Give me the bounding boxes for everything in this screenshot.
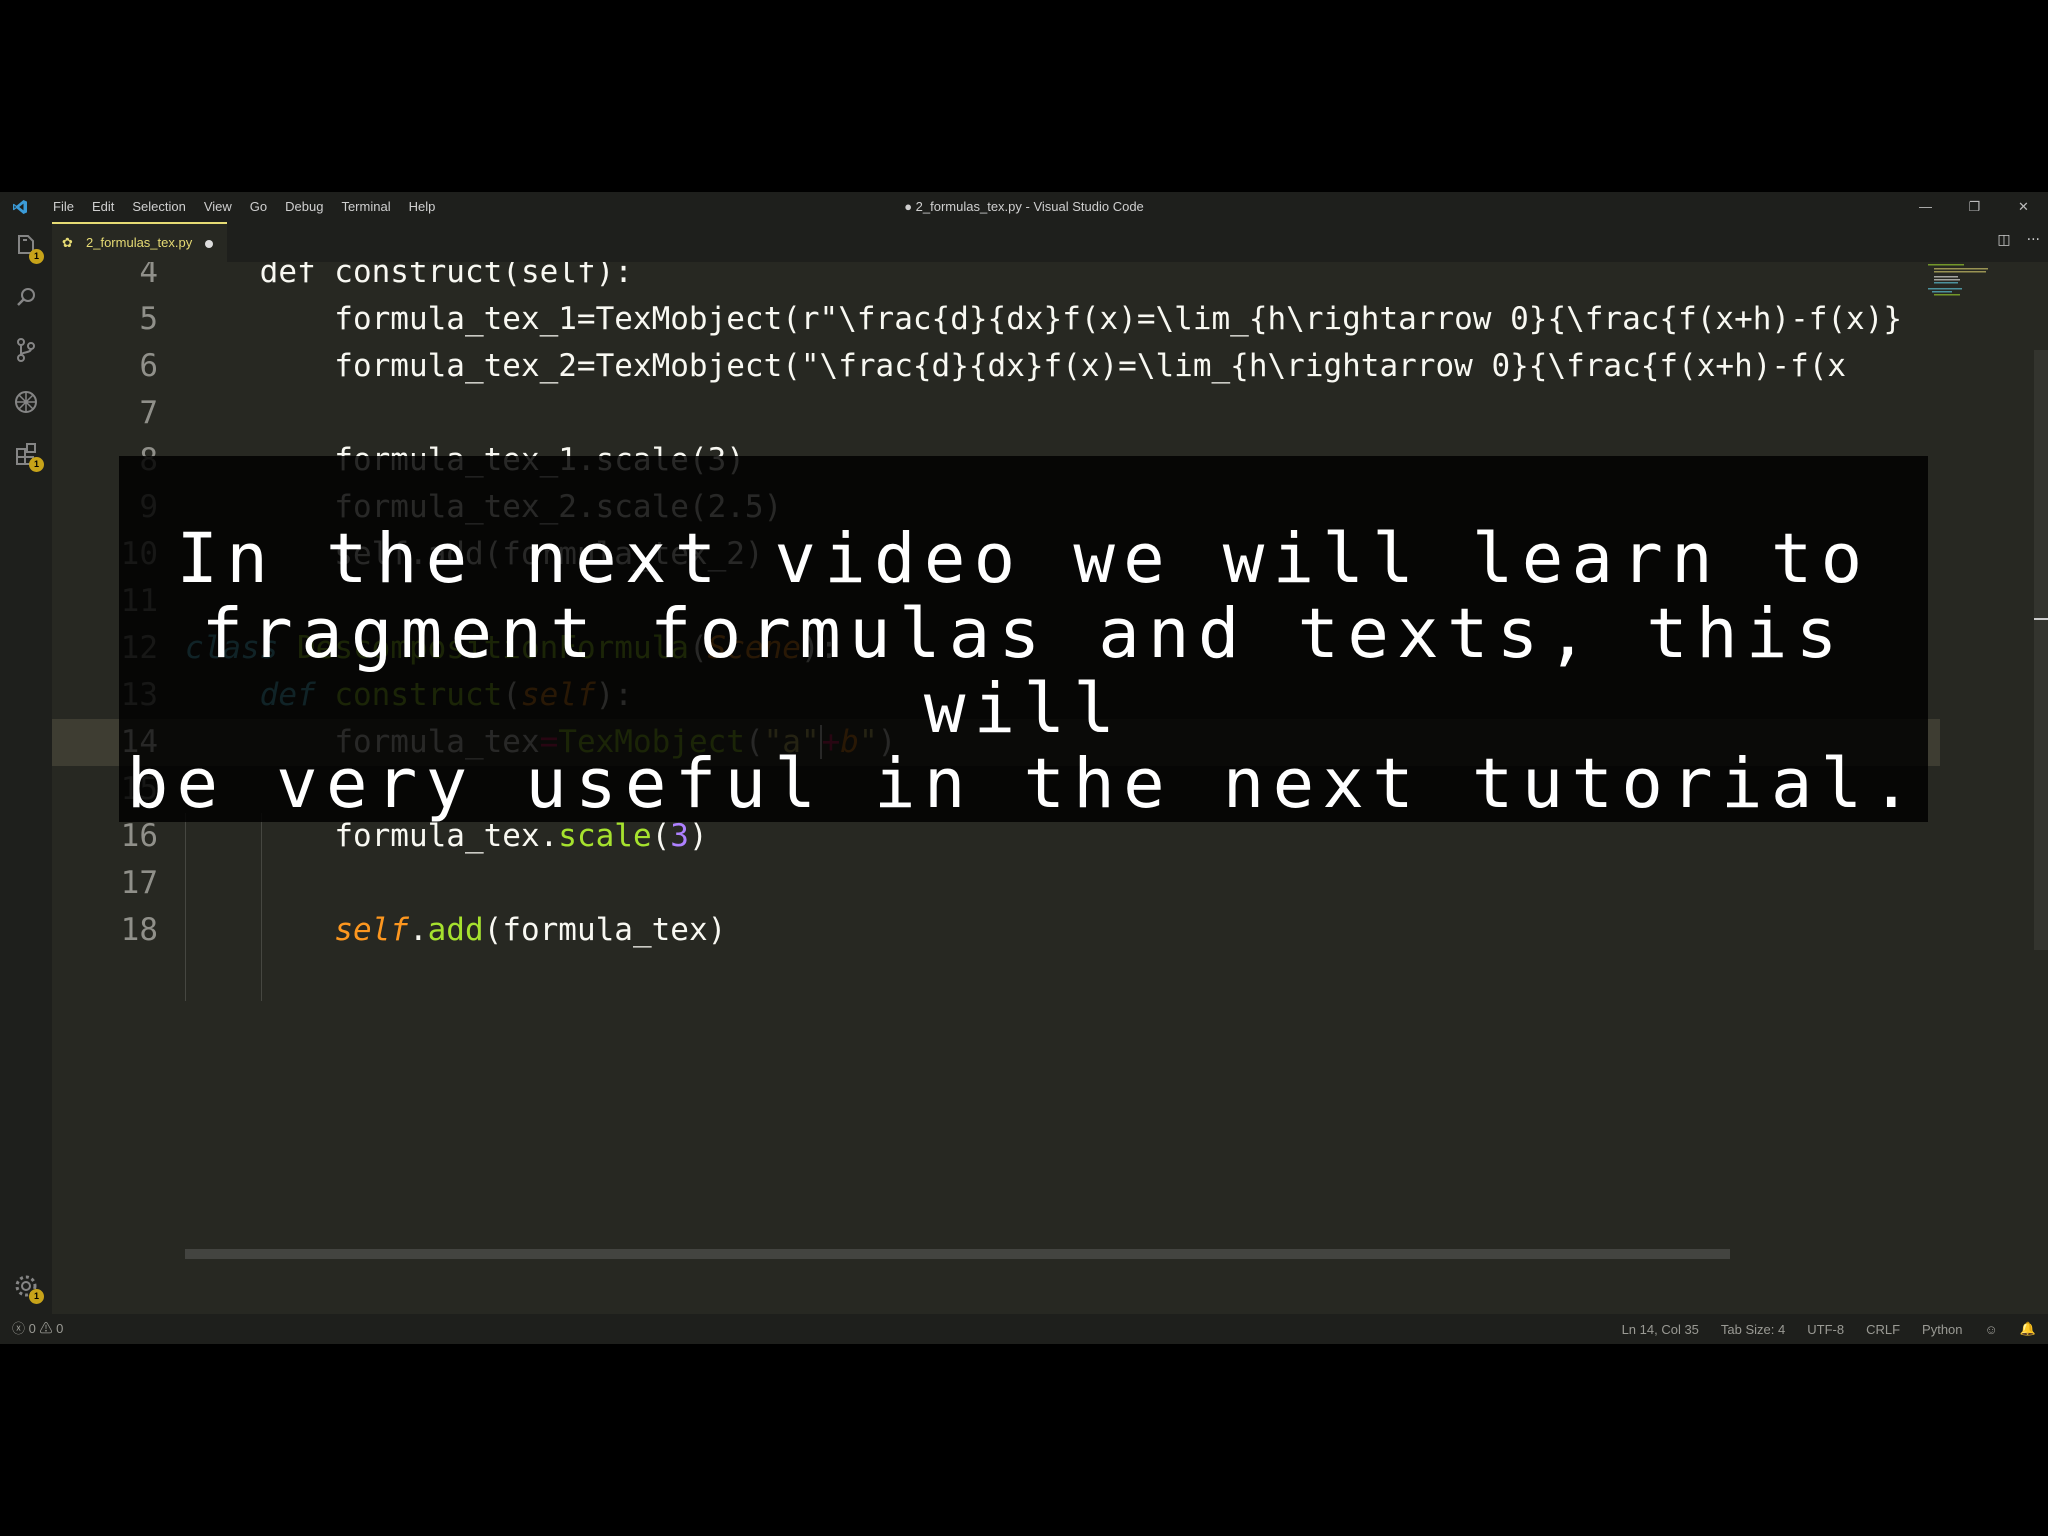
unsaved-indicator-icon[interactable] bbox=[205, 240, 213, 248]
error-count: 0 bbox=[28, 1321, 36, 1336]
line-number: 4 bbox=[139, 262, 158, 290]
code-line-6[interactable]: 6 formula_tex_2=TexMobject("\frac{d}{dx}… bbox=[52, 343, 1940, 390]
status-bar: ⓧ 0 ⚠ 0 Ln 14, Col 35 Tab Size: 4 UTF-8 … bbox=[0, 1314, 2048, 1344]
indent-guide bbox=[261, 813, 262, 1001]
settings-gear-icon[interactable]: 1 bbox=[12, 1272, 44, 1304]
file-encoding[interactable]: UTF-8 bbox=[1807, 1322, 1844, 1337]
code-line-5[interactable]: 5 formula_tex_1=TexMobject(r"\frac{d}{dx… bbox=[52, 296, 1940, 343]
code-token: add bbox=[427, 912, 484, 948]
python-file-icon: ✿ bbox=[62, 236, 73, 251]
error-icon: ⓧ bbox=[12, 1321, 26, 1336]
notifications-bell-icon[interactable]: 🔔 bbox=[2020, 1321, 2036, 1337]
source-control-icon[interactable] bbox=[12, 336, 40, 364]
warning-count: 0 bbox=[56, 1321, 64, 1336]
language-mode[interactable]: Python bbox=[1922, 1322, 1962, 1337]
more-actions-icon[interactable]: ··· bbox=[2027, 232, 2040, 248]
vscode-logo-icon bbox=[13, 200, 27, 214]
menu-terminal[interactable]: Terminal bbox=[332, 192, 399, 222]
search-icon[interactable] bbox=[12, 284, 40, 312]
code-token: . bbox=[408, 912, 428, 948]
explorer-icon[interactable]: 1 bbox=[12, 232, 44, 264]
restore-button[interactable]: ❐ bbox=[1950, 192, 1999, 222]
feedback-smiley-icon[interactable]: ☺ bbox=[1985, 1322, 1998, 1337]
explorer-badge: 1 bbox=[29, 249, 44, 264]
video-caption-overlay: In the next video we will learn to fragm… bbox=[119, 456, 1928, 822]
split-editor-icon[interactable]: ◫ bbox=[1997, 232, 2010, 248]
problems-indicator[interactable]: ⓧ 0 ⚠ 0 bbox=[12, 1314, 63, 1344]
menu-selection[interactable]: Selection bbox=[123, 192, 194, 222]
indent-guide bbox=[185, 813, 186, 1001]
line-code: formula_tex_2=TexMobject("\frac{d}{dx}f(… bbox=[185, 348, 1847, 384]
code-line-4[interactable]: 4 def construct(self): bbox=[52, 262, 1940, 296]
line-number: 17 bbox=[120, 865, 158, 901]
menu-view[interactable]: View bbox=[195, 192, 241, 222]
line-code: def construct(self): bbox=[185, 262, 633, 290]
end-of-line[interactable]: CRLF bbox=[1866, 1322, 1900, 1337]
extensions-icon[interactable]: 1 bbox=[12, 440, 44, 472]
vscode-window: File Edit Selection View Go Debug Termin… bbox=[0, 192, 2048, 1344]
menu-debug[interactable]: Debug bbox=[276, 192, 332, 222]
code-token: ) bbox=[707, 912, 727, 948]
line-number: 18 bbox=[120, 912, 158, 948]
editor-actions: ◫ ··· bbox=[1997, 232, 2040, 248]
title-bar: File Edit Selection View Go Debug Termin… bbox=[0, 192, 2048, 222]
warning-icon: ⚠ bbox=[39, 1321, 53, 1336]
minimap[interactable] bbox=[1928, 262, 1988, 322]
close-button[interactable]: ✕ bbox=[1999, 192, 2048, 222]
scroll-position-marker bbox=[2034, 618, 2048, 620]
debug-icon[interactable] bbox=[12, 388, 40, 416]
status-right-items: Ln 14, Col 35 Tab Size: 4 UTF-8 CRLF Pyt… bbox=[1622, 1314, 2036, 1344]
code-line-18[interactable]: 18 self.add(formula_tex) bbox=[52, 907, 1940, 954]
menu-help[interactable]: Help bbox=[400, 192, 445, 222]
line-code: formula_tex_1=TexMobject(r"\frac{d}{dx}f… bbox=[185, 301, 1903, 337]
tab-size[interactable]: Tab Size: 4 bbox=[1721, 1322, 1785, 1337]
cursor-position[interactable]: Ln 14, Col 35 bbox=[1622, 1322, 1699, 1337]
tab-2-formulas-tex[interactable]: ✿ 2_formulas_tex.py bbox=[52, 222, 227, 262]
vertical-scrollbar[interactable] bbox=[2034, 350, 2048, 950]
minimize-button[interactable]: — bbox=[1901, 192, 1950, 222]
menu-edit[interactable]: Edit bbox=[83, 192, 123, 222]
menu-go[interactable]: Go bbox=[241, 192, 276, 222]
line-number: 6 bbox=[139, 348, 158, 384]
menu-bar: File Edit Selection View Go Debug Termin… bbox=[44, 192, 444, 222]
line-number: 5 bbox=[139, 301, 158, 337]
menu-file[interactable]: File bbox=[44, 192, 83, 222]
code-line-17[interactable]: 17 bbox=[52, 860, 1940, 907]
line-code: self.add(formula_tex) bbox=[185, 907, 726, 954]
horizontal-scrollbar[interactable] bbox=[185, 1249, 1730, 1259]
settings-badge: 1 bbox=[29, 1289, 44, 1304]
code-token: ( bbox=[483, 912, 503, 948]
line-number: 7 bbox=[139, 395, 158, 431]
code-token: self bbox=[334, 912, 409, 948]
tab-bar: ✿ 2_formulas_tex.py ◫ ··· bbox=[52, 222, 2048, 262]
tab-label: 2_formulas_tex.py bbox=[86, 235, 193, 250]
caption-text: In the next video we will learn to fragm… bbox=[126, 519, 1921, 824]
activity-bar: 1 1 1 bbox=[0, 222, 52, 1314]
code-line-7[interactable]: 7 bbox=[52, 390, 1940, 437]
extensions-badge: 1 bbox=[29, 457, 44, 472]
window-controls: — ❐ ✕ bbox=[1901, 192, 2048, 222]
code-token: formula_tex bbox=[502, 912, 708, 948]
